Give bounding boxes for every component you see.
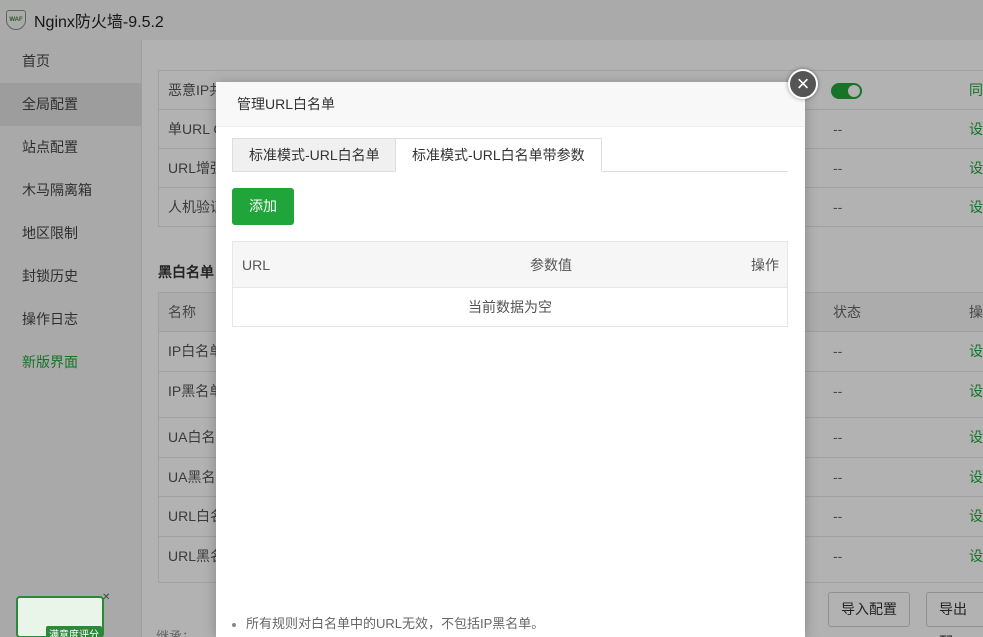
help-note-text: 所有规则对白名单中的URL无效，不包括IP黑名单。 [246, 616, 545, 631]
table-header: URL 参数值 操作 [233, 242, 787, 288]
rating-close-icon[interactable]: ✕ [102, 592, 110, 603]
rating-label: 满意度评分 [46, 626, 102, 637]
rating-widget[interactable]: 满意度评分 [16, 590, 112, 637]
col-url: URL [242, 257, 271, 273]
tab-url-whitelist-params[interactable]: 标准模式-URL白名单带参数 [395, 138, 602, 172]
whitelist-table: URL 参数值 操作 当前数据为空 [232, 241, 788, 327]
inherit-label: 继承： [156, 629, 196, 637]
add-button[interactable]: 添加 [232, 188, 294, 225]
bullet-icon [232, 622, 236, 627]
tab-url-whitelist[interactable]: 标准模式-URL白名单 [232, 138, 397, 172]
col-op: 操作 [751, 257, 779, 273]
help-note: 所有规则对白名单中的URL无效，不包括IP黑名单。 [232, 613, 544, 632]
empty-message: 当前数据为空 [468, 299, 552, 315]
close-icon[interactable]: × [788, 69, 818, 99]
modal-tabs: 标准模式-URL白名单 标准模式-URL白名单带参数 [232, 138, 788, 172]
url-whitelist-modal: 管理URL白名单 标准模式-URL白名单 标准模式-URL白名单带参数 添加 U… [216, 82, 805, 637]
col-param: 参数值 [530, 257, 572, 273]
modal-title: 管理URL白名单 [216, 82, 805, 127]
